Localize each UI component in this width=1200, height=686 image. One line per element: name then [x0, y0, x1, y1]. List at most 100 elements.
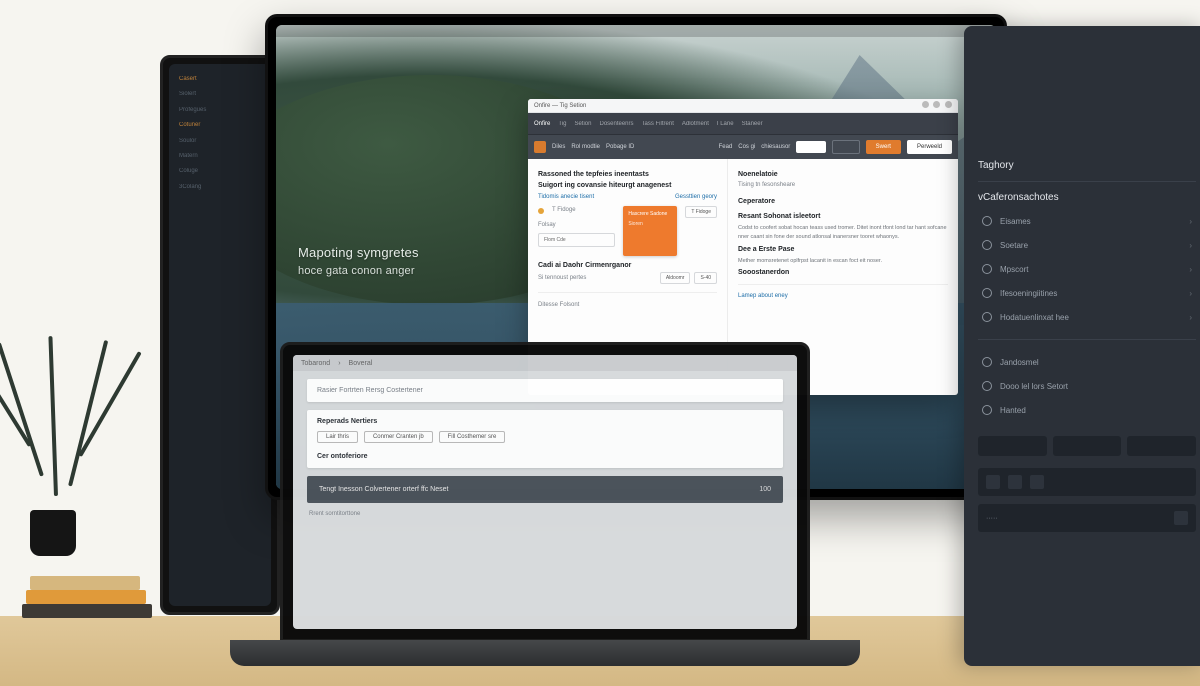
panel-footer-row	[978, 436, 1196, 456]
strip-label: ·····	[986, 515, 998, 522]
hero-line-2: hoce gata conon anger	[298, 263, 419, 280]
breadcrumb[interactable]: Tobarond	[301, 360, 330, 367]
highlight-card[interactable]: Hascrere Sadone Sioren	[623, 206, 677, 256]
window-controls[interactable]	[919, 101, 952, 110]
sidebar-item[interactable]: Siolert	[175, 87, 265, 102]
tab[interactable]: Staneer	[742, 121, 763, 127]
circle-icon	[982, 240, 992, 250]
section-heading: Ceperatore	[738, 198, 948, 205]
square-icon[interactable]	[1174, 511, 1188, 525]
link[interactable]: Gessttien geory	[675, 194, 717, 200]
tab[interactable]: Adlotment	[682, 121, 709, 127]
maximize-icon[interactable]	[933, 101, 940, 108]
chevron-right-icon: ›	[1189, 313, 1192, 322]
chevron-right-icon: ›	[1189, 241, 1192, 250]
hero-line-1: Mapoting symgretes	[298, 243, 419, 263]
toolbar-mode[interactable]: Pobage ID	[606, 144, 634, 150]
filter-pill[interactable]: Lair thris	[317, 431, 358, 443]
section-heading: Noenelatoie	[738, 171, 948, 178]
banner-value: 100	[759, 486, 771, 493]
square-icon[interactable]	[986, 475, 1000, 489]
sidebar-item[interactable]: 3Colang	[175, 180, 265, 195]
laptop-back-screen: Casert Siolert Profegues Cotuner Soulor …	[169, 64, 271, 606]
footer-label: Ditesse Folsont	[538, 301, 717, 310]
toolbar-label: chiesausor	[761, 144, 790, 150]
toolbar: Diles Rol modtie Pobage ID Fead Cos gi c…	[528, 135, 958, 159]
tab[interactable]: Tass Filtrent	[642, 121, 674, 127]
tab[interactable]: Tig	[558, 121, 566, 127]
chip[interactable]: Aldoomr	[660, 272, 691, 284]
circle-icon	[982, 405, 992, 415]
footer-slot[interactable]	[978, 436, 1047, 456]
chevron-right-icon: ›	[1189, 289, 1192, 298]
laptop-front-screen: Tobarond › Boveral Rasier Fortrten Rersg…	[293, 355, 797, 629]
sidebar-item[interactable]: Profegues	[175, 103, 265, 118]
link[interactable]: Lamep about eney	[738, 293, 948, 299]
tab[interactable]: I Lane	[717, 121, 734, 127]
wallpaper-caption: Mapoting symgretes hoce gata conon anger	[298, 243, 419, 279]
label: T Fidoge	[552, 206, 576, 215]
primary-button[interactable]: Swert	[866, 140, 901, 154]
tab-bar[interactable]: Onfire Tig Setion Dosenteenrs Tass Filtr…	[528, 113, 958, 135]
list-item[interactable]: Mpscort›	[978, 257, 1196, 281]
footer-slot[interactable]	[1053, 436, 1122, 456]
filter-pill[interactable]: Conmer Cranten jb	[364, 431, 433, 443]
chip[interactable]: T Fidoge	[685, 206, 717, 218]
list-item[interactable]: Jandosmel	[978, 350, 1196, 374]
section-heading: Sooostanerdon	[738, 269, 948, 276]
card-title: Hascrere Sadone	[628, 211, 672, 218]
square-icon[interactable]	[1030, 475, 1044, 489]
segment-input[interactable]	[832, 140, 860, 154]
paragraph: Mether momsretenet oplfrpst lacanit in e…	[738, 257, 948, 266]
chevron-right-icon: ›	[1189, 217, 1192, 226]
square-icon[interactable]	[1008, 475, 1022, 489]
label: Si tennoust pertes	[538, 274, 586, 283]
toolbar-mode[interactable]: Rol modtie	[571, 144, 600, 150]
minimize-icon[interactable]	[922, 101, 929, 108]
section-heading: Rassoned the tepfeies ineentasts	[538, 171, 717, 178]
toolbar-mode[interactable]: Diles	[552, 144, 565, 150]
sidebar-item[interactable]: Matern	[175, 149, 265, 164]
section-heading: Reperads Nertiers	[317, 418, 773, 425]
chip[interactable]: S-40	[694, 272, 717, 284]
footer-slot[interactable]	[1127, 436, 1196, 456]
os-menubar[interactable]	[276, 25, 996, 37]
sidebar-item[interactable]: Soulor	[175, 134, 265, 149]
panel-bottom-strip	[978, 468, 1196, 496]
card-sub: Sioren	[628, 221, 672, 228]
laptop-front: Tobarond › Boveral Rasier Fortrten Rersg…	[280, 342, 810, 642]
paragraph: Codst to coofert sobat hocan teass used …	[738, 224, 948, 242]
list-item[interactable]: Eisames›	[978, 209, 1196, 233]
list-item[interactable]: Ifesoeningiitines›	[978, 281, 1196, 305]
list-item[interactable]: Hodatuenlinxat hee›	[978, 305, 1196, 329]
plant	[10, 336, 100, 556]
list-item[interactable]: Hanted	[978, 398, 1196, 422]
circle-icon	[982, 357, 992, 367]
link[interactable]: Tidomis anecie tisent	[538, 194, 594, 200]
circle-icon	[982, 264, 992, 274]
list-item[interactable]: Dooo lel lors Setort	[978, 374, 1196, 398]
text-input[interactable]: Flom Cde	[538, 233, 615, 247]
tab[interactable]: Onfire	[534, 121, 550, 127]
section-heading: Resant Sohonat isleetort	[738, 213, 948, 220]
sidebar-item[interactable]: Coluge	[175, 164, 265, 179]
window-titlebar[interactable]: Onfire — Tig Setion	[528, 99, 958, 113]
tab[interactable]: Dosenteenrs	[599, 121, 633, 127]
app-logo-icon	[534, 141, 546, 153]
panel-bottom-strip: ·····	[978, 504, 1196, 532]
card: Reperads Nertiers Lair thris Conmer Cran…	[307, 410, 783, 468]
close-icon[interactable]	[945, 101, 952, 108]
tab[interactable]: Setion	[574, 121, 591, 127]
banner: Tengt Inesson Colvertener orterf ffc Nes…	[307, 476, 783, 503]
secondary-button[interactable]: Perweeld	[907, 140, 952, 154]
circle-icon	[982, 216, 992, 226]
banner-text: Tengt Inesson Colvertener orterf ffc Nes…	[319, 486, 448, 493]
list-item[interactable]: Soetare›	[978, 233, 1196, 257]
subtext: Tising tn fesonsheare	[738, 181, 948, 190]
segment-input[interactable]	[796, 141, 825, 153]
filter-pill[interactable]: Fill Costhemer sre	[439, 431, 506, 443]
side-panel: Taghory vCaferonsachotes Eisames› Soetar…	[964, 26, 1200, 666]
breadcrumb[interactable]: Boveral	[349, 360, 373, 367]
sidebar-item[interactable]: Cotuner	[175, 118, 265, 133]
sidebar-item[interactable]: Casert	[175, 72, 265, 87]
